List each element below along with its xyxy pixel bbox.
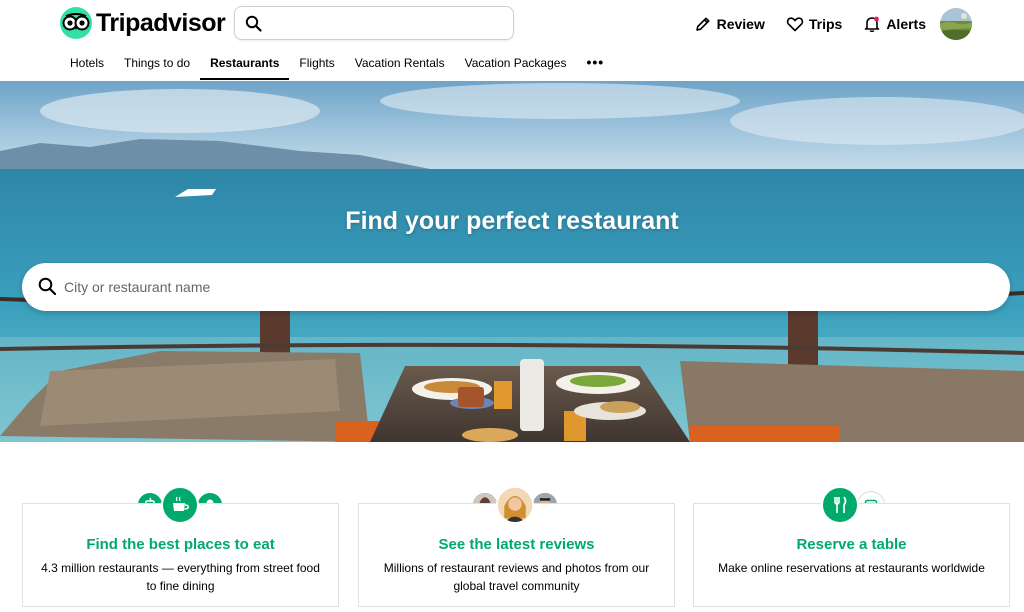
- category-tabs: Hotels Things to do Restaurants Flights …: [60, 52, 614, 80]
- card-description: Millions of restaurant reviews and photo…: [383, 561, 650, 593]
- trips-button[interactable]: Trips: [786, 9, 842, 39]
- alerts-label: Alerts: [886, 16, 926, 32]
- cutlery-icon: [821, 486, 859, 524]
- heart-icon: [786, 17, 804, 32]
- header-search-box[interactable]: [234, 6, 514, 40]
- pencil-icon: [695, 17, 710, 31]
- reviewer-avatar: [496, 486, 534, 524]
- tab-restaurants[interactable]: Restaurants: [200, 52, 290, 80]
- hero-title: Find your perfect restaurant: [345, 207, 679, 235]
- hero-photo: [0, 81, 1024, 442]
- tab-hotels[interactable]: Hotels: [60, 52, 114, 80]
- trips-label: Trips: [808, 16, 843, 32]
- restaurant-search-input[interactable]: [64, 273, 984, 301]
- search-icon: [38, 277, 57, 296]
- top-header: Tripadvisor Review Trips Alerts: [0, 0, 1024, 46]
- card-title: Reserve a table: [796, 536, 907, 553]
- coffee-icon: [161, 486, 199, 524]
- user-avatar[interactable]: [940, 8, 972, 40]
- card-title: Find the best places to eat: [86, 536, 275, 553]
- card-description: Make online reservations at restaurants …: [718, 561, 985, 575]
- more-dots-icon[interactable]: •••: [576, 52, 614, 80]
- card-title: See the latest reviews: [438, 536, 595, 553]
- alerts-button[interactable]: Alerts: [863, 9, 926, 39]
- tab-flights[interactable]: Flights: [289, 52, 344, 80]
- restaurant-search-box[interactable]: [22, 263, 1010, 311]
- header-search-input[interactable]: [271, 11, 507, 35]
- tripadvisor-logo[interactable]: Tripadvisor: [60, 7, 226, 39]
- review-button[interactable]: Review: [694, 9, 765, 39]
- search-icon: [245, 15, 262, 32]
- hero-banner: Find your perfect restaurant: [0, 81, 1024, 442]
- owl-logo-icon: [60, 7, 92, 39]
- tab-things-to-do[interactable]: Things to do: [114, 52, 200, 80]
- tab-vacation-rentals[interactable]: Vacation Rentals: [345, 52, 455, 80]
- brand-name: Tripadvisor: [96, 8, 226, 37]
- bell-icon: [865, 16, 880, 33]
- review-label: Review: [716, 16, 765, 32]
- card-description: 4.3 million restaurants — everything fro…: [41, 561, 320, 593]
- tab-vacation-packages[interactable]: Vacation Packages: [455, 52, 577, 80]
